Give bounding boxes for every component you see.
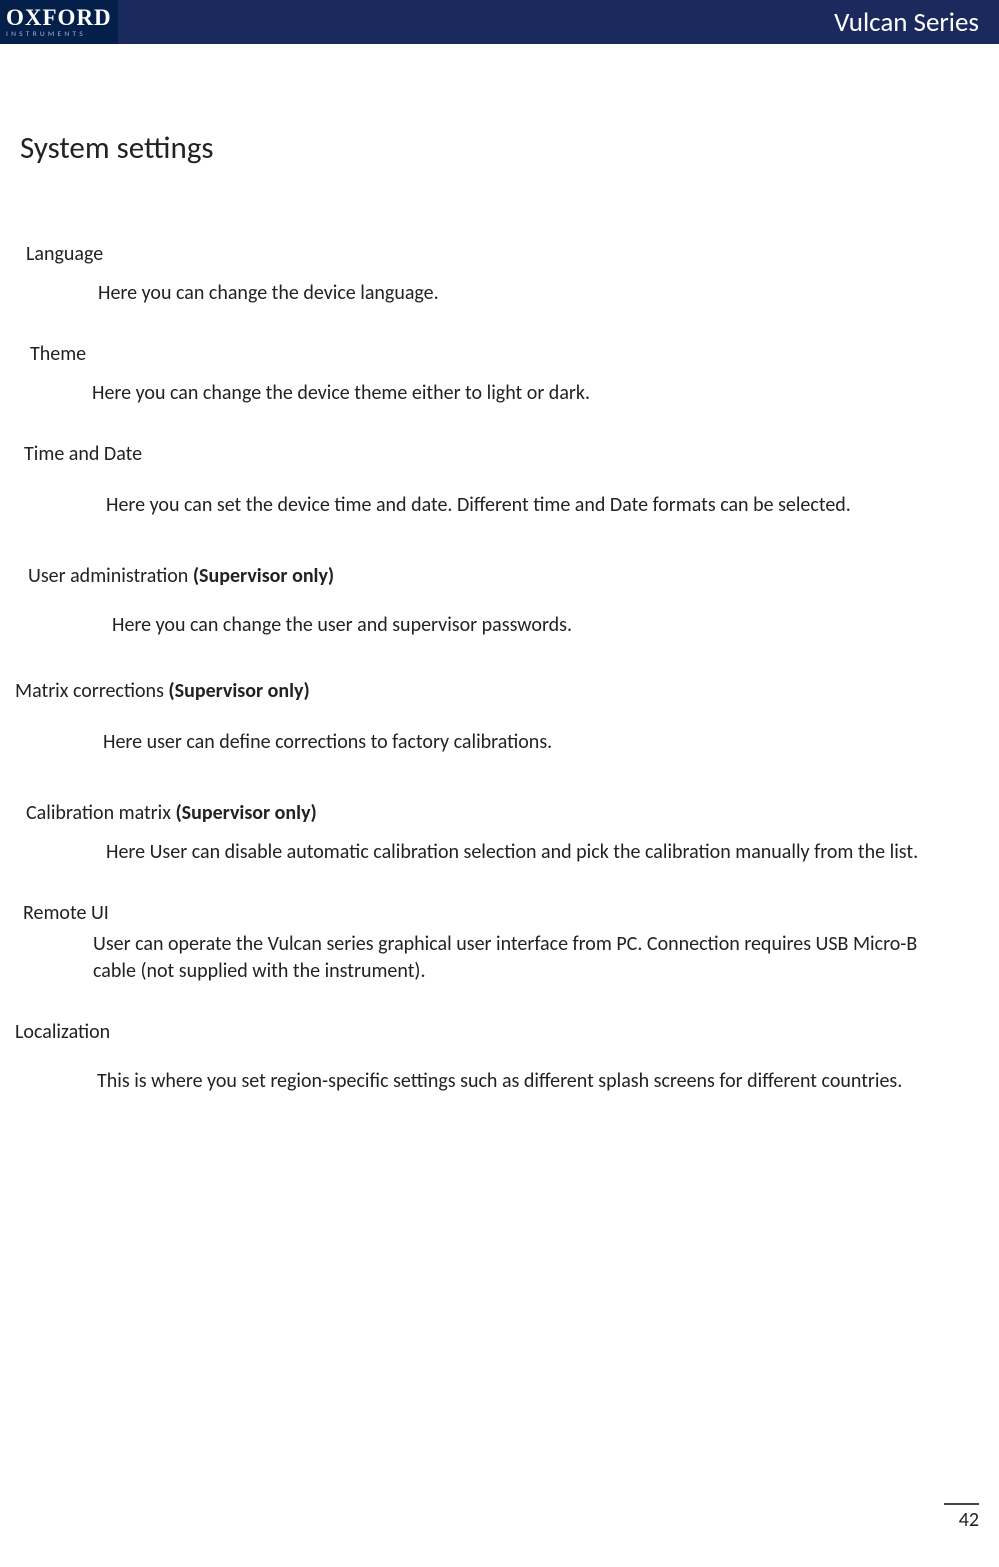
page-number-divider: [944, 1503, 979, 1505]
header-title: Vulcan Series: [834, 6, 999, 39]
section-heading-language: Language: [26, 242, 979, 266]
section-body-language: Here you can change the device language.: [26, 280, 979, 307]
content-area: System settings Language Here you can ch…: [0, 44, 999, 1095]
section-remote-ui: Remote UI User can operate the Vulcan se…: [23, 901, 979, 985]
header-bar: OXFORD INSTRUMENTS Vulcan Series: [0, 0, 999, 44]
logo: OXFORD INSTRUMENTS: [0, 0, 118, 44]
heading-supervisor-tag: (Supervisor only): [168, 679, 309, 703]
heading-supervisor-tag: (Supervisor only): [193, 564, 334, 588]
section-body-timedate: Here you can set the device time and dat…: [24, 480, 979, 519]
section-theme: Theme Here you can change the device the…: [30, 342, 979, 407]
heading-text: User administration: [28, 564, 193, 588]
section-heading-remote: Remote UI: [23, 901, 979, 925]
heading-text: Calibration matrix: [26, 801, 175, 825]
page-title: System settings: [20, 129, 979, 167]
section-heading-useradmin: User administration (Supervisor only): [28, 564, 979, 588]
section-matrix-corrections: Matrix corrections (Supervisor only) Her…: [15, 679, 979, 756]
section-heading-localization: Localization: [15, 1020, 979, 1044]
heading-supervisor-tag: (Supervisor only): [175, 801, 316, 825]
section-body-useradmin: Here you can change the user and supervi…: [28, 602, 979, 639]
section-heading-timedate: Time and Date: [24, 442, 979, 466]
heading-text: Matrix corrections: [15, 679, 168, 703]
section-localization: Localization This is where you set regio…: [15, 1020, 979, 1095]
logo-sub-text: INSTRUMENTS: [6, 31, 112, 39]
section-language: Language Here you can change the device …: [26, 242, 979, 307]
section-heading-matrix: Matrix corrections (Supervisor only): [15, 679, 979, 703]
page-number: 42: [959, 1508, 979, 1532]
section-body-matrix: Here user can define corrections to fact…: [15, 717, 979, 756]
section-calibration-matrix: Calibration matrix (Supervisor only) Her…: [26, 801, 979, 866]
section-heading-calibration: Calibration matrix (Supervisor only): [26, 801, 979, 825]
section-body-localization: This is where you set region-specific se…: [15, 1058, 979, 1095]
section-body-remote: User can operate the Vulcan series graph…: [23, 931, 979, 985]
section-body-calibration: Here User can disable automatic calibrat…: [26, 839, 979, 866]
section-body-theme: Here you can change the device theme eit…: [30, 380, 979, 407]
section-timedate: Time and Date Here you can set the devic…: [24, 442, 979, 519]
section-useradmin: User administration (Supervisor only) He…: [28, 564, 979, 639]
section-heading-theme: Theme: [30, 342, 979, 366]
logo-main-text: OXFORD: [6, 6, 112, 29]
